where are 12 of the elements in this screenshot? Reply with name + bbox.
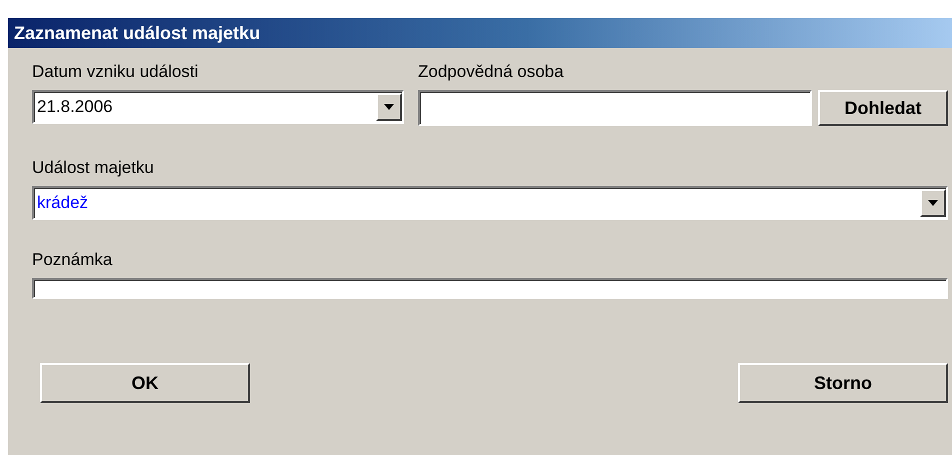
field-label: Zodpovědná osoba — [418, 62, 565, 83]
ok-button[interactable]: OK — [40, 363, 250, 403]
field-label: Událost majetku — [32, 158, 155, 179]
event-dropdown[interactable]: krádež — [32, 186, 948, 220]
person-input-field[interactable] — [418, 90, 812, 126]
note-input-field[interactable] — [32, 278, 948, 299]
field-label: Datum vzniku události — [32, 62, 200, 83]
window-title: Zaznamenat událost majetku — [14, 22, 260, 44]
search-button[interactable]: Dohledat — [818, 90, 948, 126]
date-dropdown[interactable]: 21.8.2006 — [32, 90, 404, 124]
cancel-button[interactable]: Storno — [738, 363, 948, 403]
field-label: Poznámka — [32, 250, 114, 271]
